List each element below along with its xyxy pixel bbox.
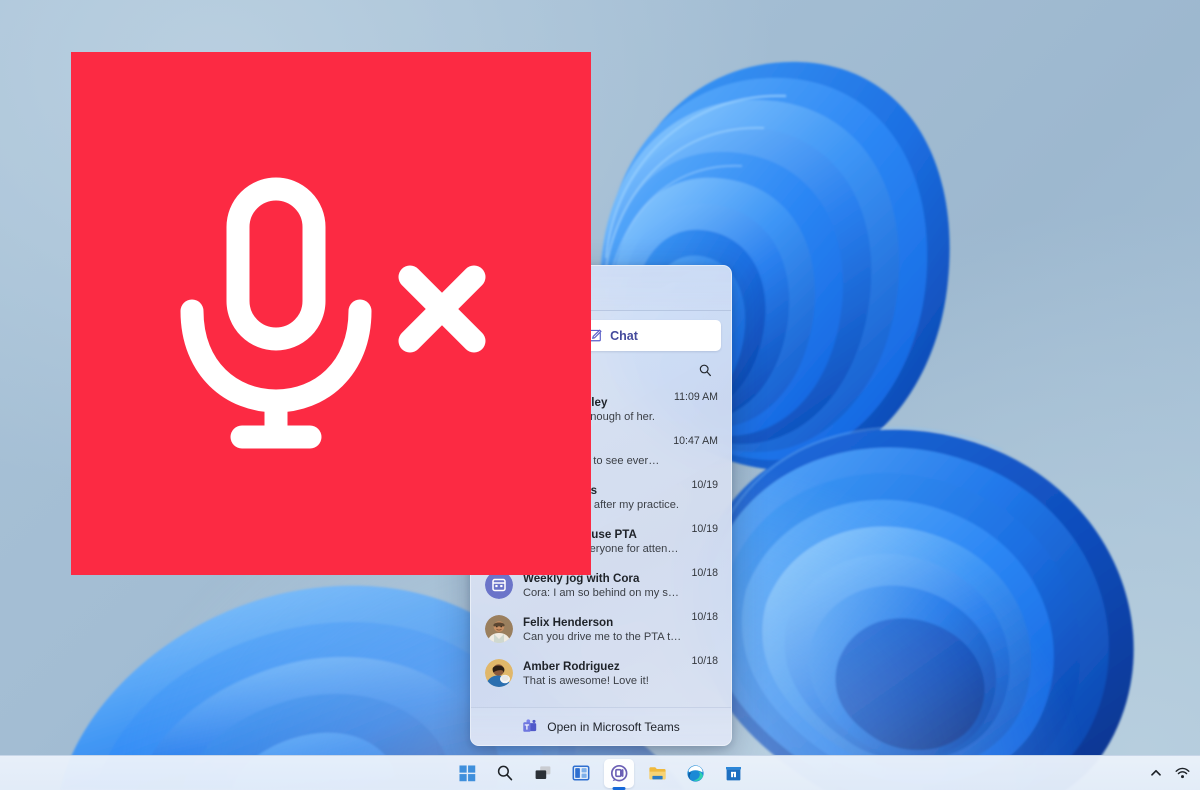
list-item-time: 10/18	[691, 607, 718, 623]
list-item-time: 10/18	[691, 651, 718, 667]
start-button[interactable]	[452, 759, 482, 788]
open-in-microsoft-teams-button[interactable]: Open in Microsoft Teams	[471, 707, 731, 745]
search-icon	[496, 764, 514, 782]
list-item-time: 10/18	[691, 563, 718, 579]
show-hidden-icons-button[interactable]	[1149, 766, 1163, 780]
microsoft-teams-icon	[522, 719, 538, 735]
avatar	[485, 615, 513, 643]
task-view-button[interactable]	[528, 759, 558, 788]
microphone-mute-icon	[166, 169, 496, 459]
store-icon	[724, 764, 743, 783]
footer-label: Open in Microsoft Teams	[547, 720, 680, 734]
edge-icon	[686, 764, 705, 783]
chevron-up-icon	[1149, 766, 1163, 780]
network-button[interactable]	[1175, 766, 1190, 781]
taskbar[interactable]	[0, 755, 1200, 790]
list-item-preview: Cora: I am so behind on my step goals.	[523, 586, 681, 600]
desktop-screen: Meet Chat	[0, 0, 1200, 790]
widgets-icon	[572, 764, 590, 782]
folder-icon	[648, 764, 667, 783]
list-item-text: Felix Henderson Can you drive me to the …	[523, 615, 681, 644]
list-item[interactable]: Amber Rodriguez That is awesome! Love it…	[471, 651, 731, 695]
microphone-disabled-overlay	[71, 52, 591, 575]
list-item-title: Felix Henderson	[523, 615, 681, 630]
task-view-icon	[534, 764, 552, 782]
list-item-preview: That is awesome! Love it!	[523, 674, 681, 688]
list-item-text: Amber Rodriguez That is awesome! Love it…	[523, 659, 681, 688]
list-item-preview: Can you drive me to the PTA today?	[523, 630, 681, 644]
microsoft-store-button[interactable]	[718, 759, 748, 788]
network-icon	[1175, 766, 1190, 781]
list-item[interactable]: Felix Henderson Can you drive me to the …	[471, 607, 731, 651]
list-item-title: Amber Rodriguez	[523, 659, 681, 674]
system-tray[interactable]	[1149, 756, 1192, 790]
list-item-time: 10/19	[691, 475, 718, 491]
search-button[interactable]	[490, 759, 520, 788]
avatar	[485, 571, 513, 599]
file-explorer-button[interactable]	[642, 759, 672, 788]
chat-button[interactable]	[604, 759, 634, 788]
search-icon[interactable]	[698, 363, 713, 378]
avatar	[485, 659, 513, 687]
list-item-time: 11:09 AM	[674, 387, 718, 403]
list-item-time: 10:47 AM	[673, 431, 718, 447]
list-item-time: 10/19	[691, 519, 718, 535]
widgets-button[interactable]	[566, 759, 596, 788]
taskbar-center-group	[452, 756, 748, 790]
chat-label: Chat	[610, 329, 638, 343]
microsoft-edge-button[interactable]	[680, 759, 710, 788]
windows-start-icon	[459, 765, 476, 782]
chat-icon	[610, 764, 629, 783]
